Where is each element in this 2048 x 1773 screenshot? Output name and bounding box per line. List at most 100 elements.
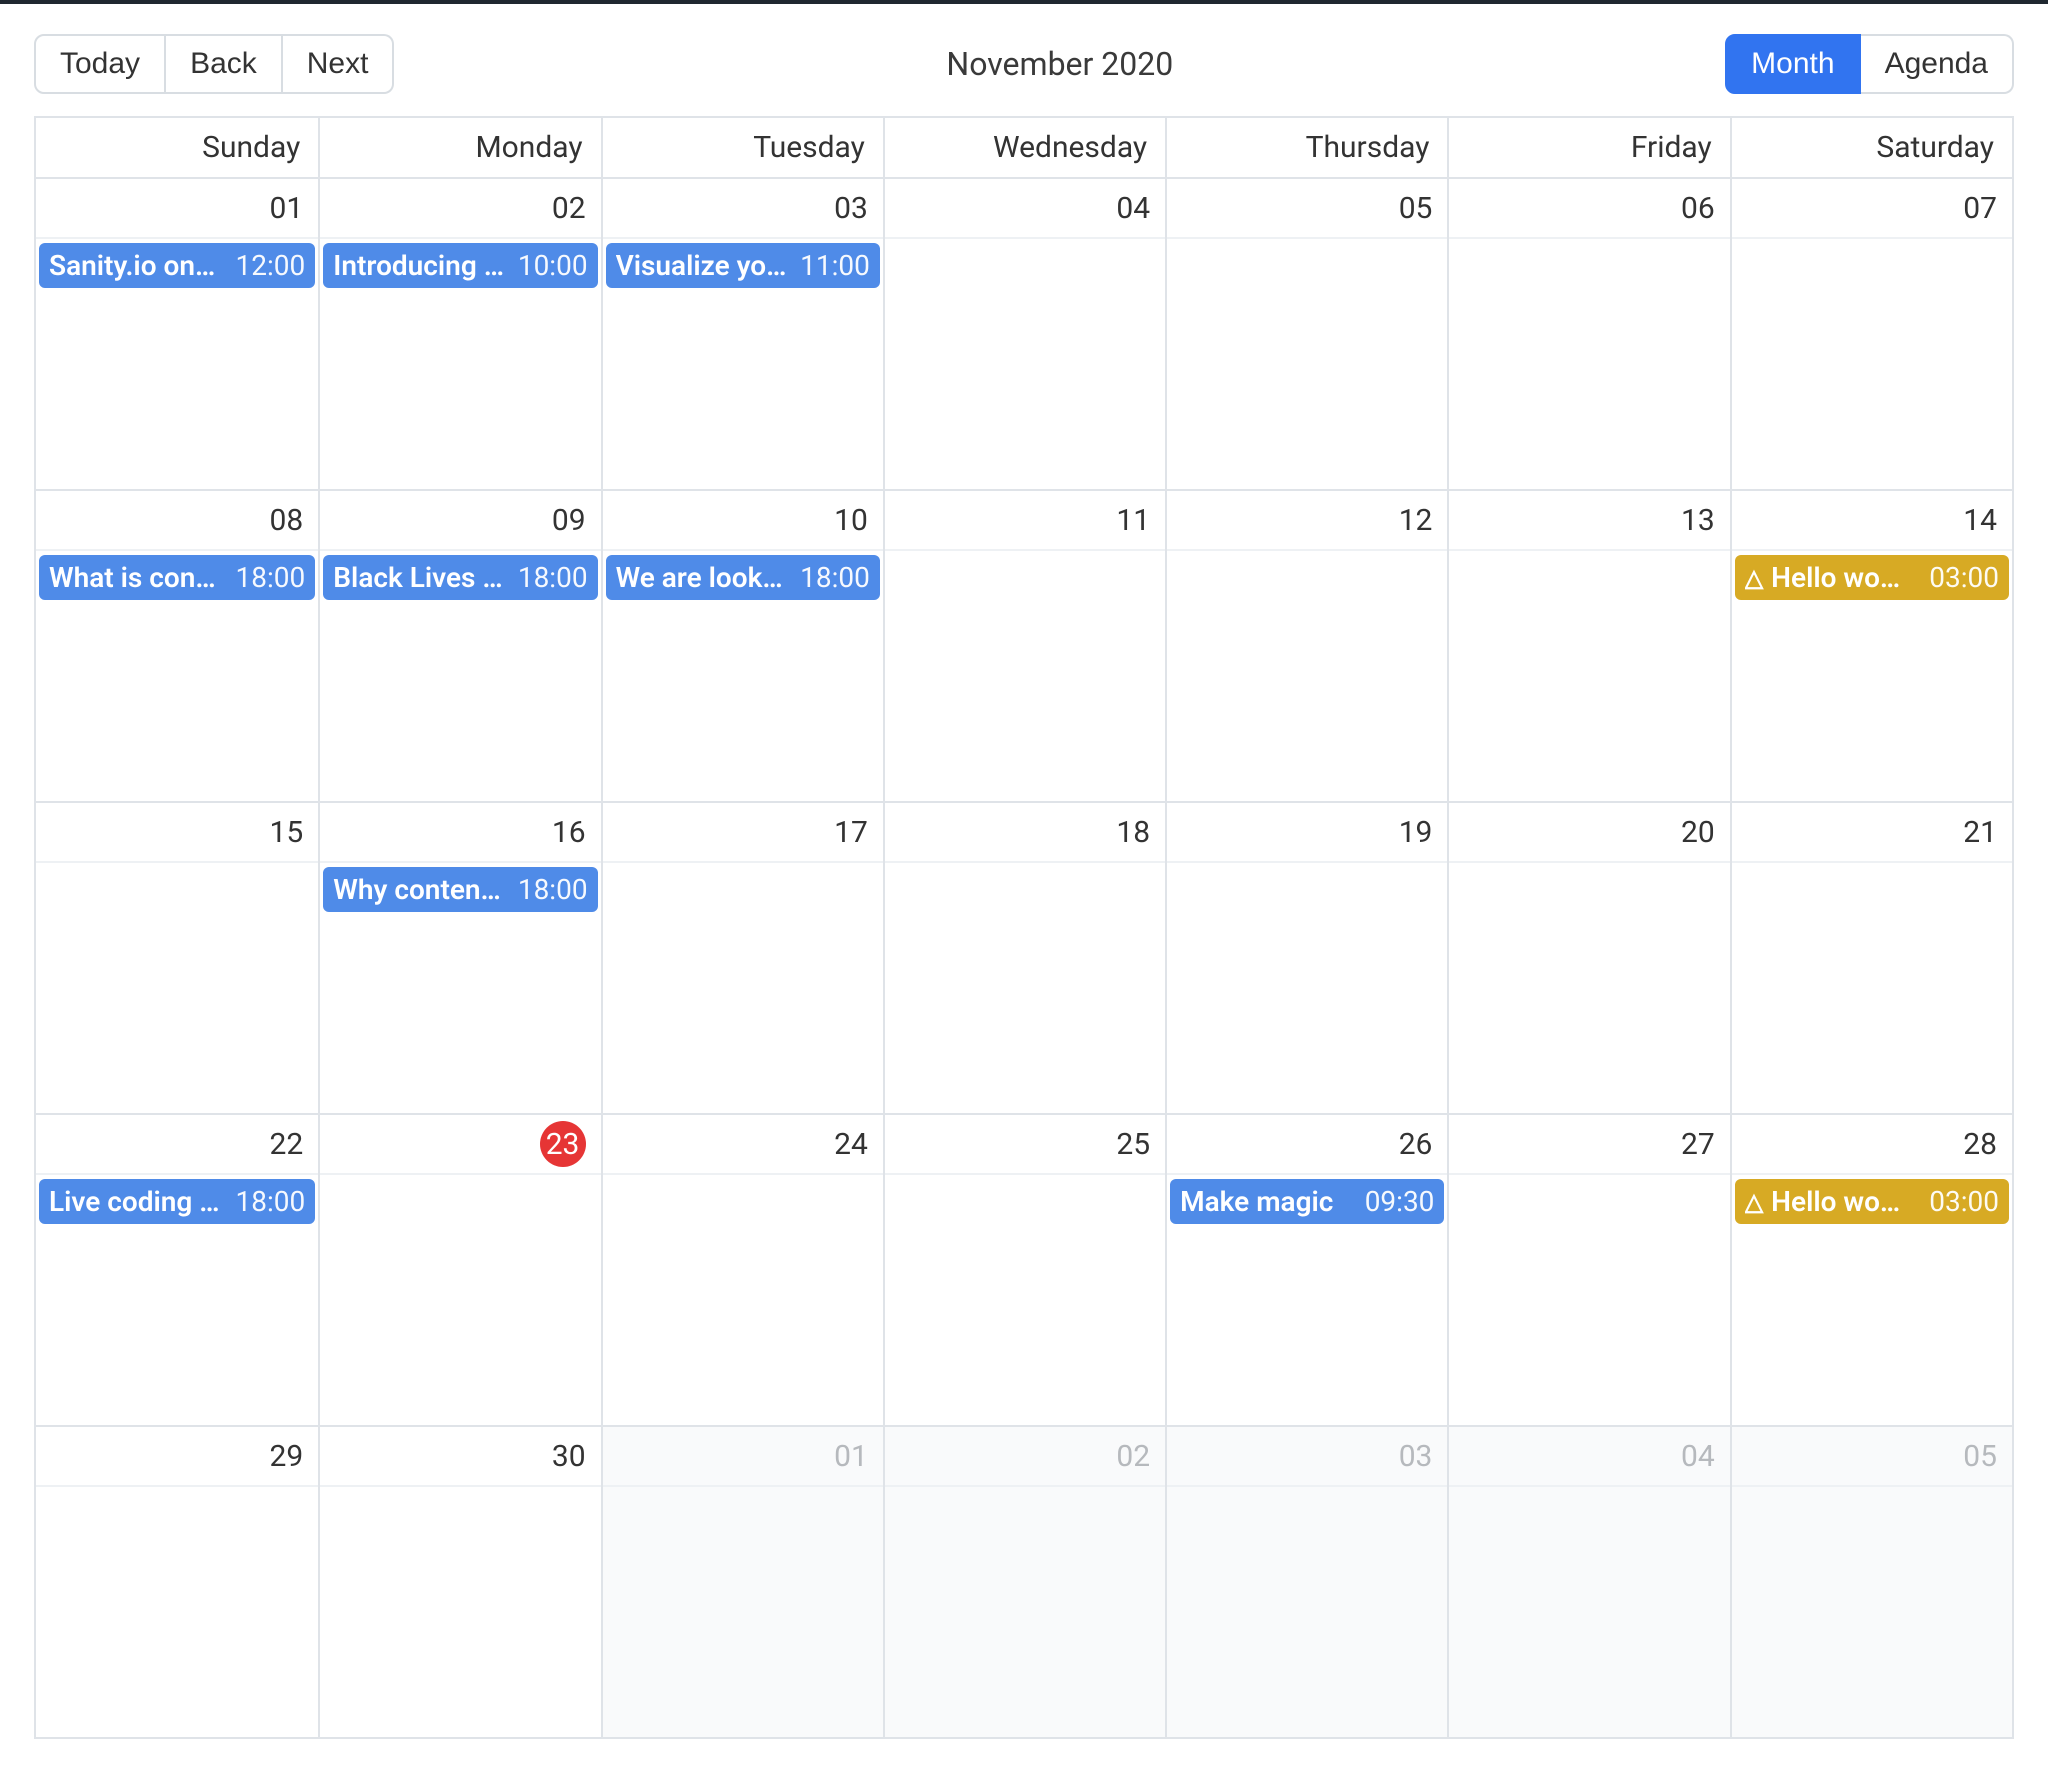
day-header: 03 (603, 179, 883, 239)
day-number: 27 (1681, 1127, 1715, 1162)
day-cell[interactable]: 04 (1447, 1427, 1729, 1737)
calendar-event[interactable]: Why conten…18:00 (323, 867, 597, 912)
day-cell[interactable]: 03 (1165, 1427, 1447, 1737)
calendar-event[interactable]: △Hello wo…03:00 (1735, 1179, 2009, 1224)
day-cell[interactable]: 04 (883, 179, 1165, 489)
event-time: 03:00 (1929, 561, 1999, 594)
day-events: What is con…18:00 (36, 551, 318, 608)
day-cell[interactable]: 13 (1447, 491, 1729, 801)
calendar-event[interactable]: Make magic09:30 (1170, 1179, 1444, 1224)
day-events (320, 1487, 600, 1495)
day-cell[interactable]: 24 (601, 1115, 883, 1425)
day-cell[interactable]: 11 (883, 491, 1165, 801)
calendar-event[interactable]: Black Lives …18:00 (323, 555, 597, 600)
day-cell[interactable]: 21 (1730, 803, 2012, 1113)
day-number: 17 (834, 815, 868, 850)
event-time: 03:00 (1929, 1185, 1999, 1218)
calendar-event[interactable]: What is con…18:00 (39, 555, 315, 600)
day-cell[interactable]: 03 Visualize yo… 11:00 (601, 179, 883, 489)
calendar-event[interactable]: Visualize yo… 11:00 (606, 243, 880, 288)
calendar-toolbar: Today Back Next November 2020 Month Agen… (34, 34, 2014, 94)
day-cell[interactable]: 29 (36, 1427, 318, 1737)
day-cell[interactable]: 22 Live coding …18:00 (36, 1115, 318, 1425)
day-cell[interactable]: 25 (883, 1115, 1165, 1425)
day-cell[interactable]: 19 (1165, 803, 1447, 1113)
calendar-grid: Sunday Monday Tuesday Wednesday Thursday… (34, 116, 2014, 1739)
calendar-title: November 2020 (394, 45, 1725, 83)
day-cell[interactable]: 12 (1165, 491, 1447, 801)
day-cell[interactable]: 23 (318, 1115, 600, 1425)
day-events (1732, 1487, 2012, 1495)
day-number: 02 (552, 191, 586, 226)
day-number: 22 (270, 1127, 304, 1162)
calendar-event[interactable]: Live coding …18:00 (39, 1179, 315, 1224)
day-cell[interactable]: 09Black Lives …18:00 (318, 491, 600, 801)
day-events (1732, 863, 2012, 871)
next-button[interactable]: Next (283, 34, 395, 94)
day-cell[interactable]: 01 (601, 1427, 883, 1737)
day-events (1449, 239, 1729, 247)
day-number: 05 (1399, 191, 1433, 226)
day-cell[interactable]: 15 (36, 803, 318, 1113)
day-cell[interactable]: 30 (318, 1427, 600, 1737)
day-header: 17 (603, 803, 883, 863)
event-time: 18:00 (800, 561, 870, 594)
day-cell[interactable]: 06 (1447, 179, 1729, 489)
day-number: 20 (1681, 815, 1715, 850)
weekday-header: Sunday (36, 118, 318, 177)
day-header: 18 (885, 803, 1165, 863)
week-row: 08What is con…18:0009Black Lives …18:001… (36, 491, 2012, 803)
day-number: 18 (1116, 815, 1150, 850)
day-cell[interactable]: 20 (1447, 803, 1729, 1113)
day-events (603, 1175, 883, 1183)
event-time: 10:00 (518, 249, 588, 282)
day-events: Why conten…18:00 (320, 863, 600, 920)
day-cell[interactable]: 02 (883, 1427, 1165, 1737)
calendar-event[interactable]: △Hello wo…03:00 (1735, 555, 2009, 600)
day-cell[interactable]: 26Make magic09:30 (1165, 1115, 1447, 1425)
weekday-header: Monday (318, 118, 600, 177)
calendar-event[interactable]: Introducing …10:00 (323, 243, 597, 288)
day-header: 02 (320, 179, 600, 239)
day-cell[interactable]: 07 (1730, 179, 2012, 489)
day-events (1732, 239, 2012, 247)
day-header: 03 (1167, 1427, 1447, 1487)
day-header: 06 (1449, 179, 1729, 239)
day-events (36, 863, 318, 871)
day-events: Live coding …18:00 (36, 1175, 318, 1232)
day-cell[interactable]: 16Why conten…18:00 (318, 803, 600, 1113)
day-cell[interactable]: 02 Introducing …10:00 (318, 179, 600, 489)
day-header: 08 (36, 491, 318, 551)
agenda-view-button[interactable]: Agenda (1861, 34, 2014, 94)
week-row: 1516Why conten…18:00 17 18 19 20 21 (36, 803, 2012, 1115)
day-number: 13 (1681, 503, 1715, 538)
day-number: 08 (270, 503, 304, 538)
day-cell[interactable]: 05 (1730, 1427, 2012, 1737)
day-cell[interactable]: 18 (883, 803, 1165, 1113)
event-title-wrap: Visualize yo… (616, 249, 793, 282)
event-title: What is con… (49, 561, 216, 594)
day-number: 11 (1116, 503, 1150, 538)
day-cell[interactable]: 17 (601, 803, 883, 1113)
calendar-event[interactable]: We are look…18:00 (606, 555, 880, 600)
day-events (1449, 551, 1729, 559)
event-time: 11:00 (800, 249, 870, 282)
day-cell[interactable]: 05 (1165, 179, 1447, 489)
day-cell[interactable]: 08 What is con…18:00 (36, 491, 318, 801)
month-view-button[interactable]: Month (1725, 34, 1860, 94)
day-header: 21 (1732, 803, 2012, 863)
day-cell[interactable]: 01Sanity.io on…12:00 (36, 179, 318, 489)
event-title: Visualize yo… (616, 249, 787, 282)
calendar-event[interactable]: Sanity.io on…12:00 (39, 243, 315, 288)
week-row: 29300102030405 (36, 1427, 2012, 1737)
back-button[interactable]: Back (166, 34, 283, 94)
day-cell[interactable]: 27 (1447, 1115, 1729, 1425)
event-time: 18:00 (236, 1185, 306, 1218)
day-cell[interactable]: 14△Hello wo…03:00 (1730, 491, 2012, 801)
weekday-header-row: Sunday Monday Tuesday Wednesday Thursday… (36, 118, 2012, 179)
day-cell[interactable]: 28△Hello wo…03:00 (1730, 1115, 2012, 1425)
day-number: 12 (1399, 503, 1433, 538)
day-header: 14 (1732, 491, 2012, 551)
today-button[interactable]: Today (34, 34, 166, 94)
day-cell[interactable]: 10We are look…18:00 (601, 491, 883, 801)
